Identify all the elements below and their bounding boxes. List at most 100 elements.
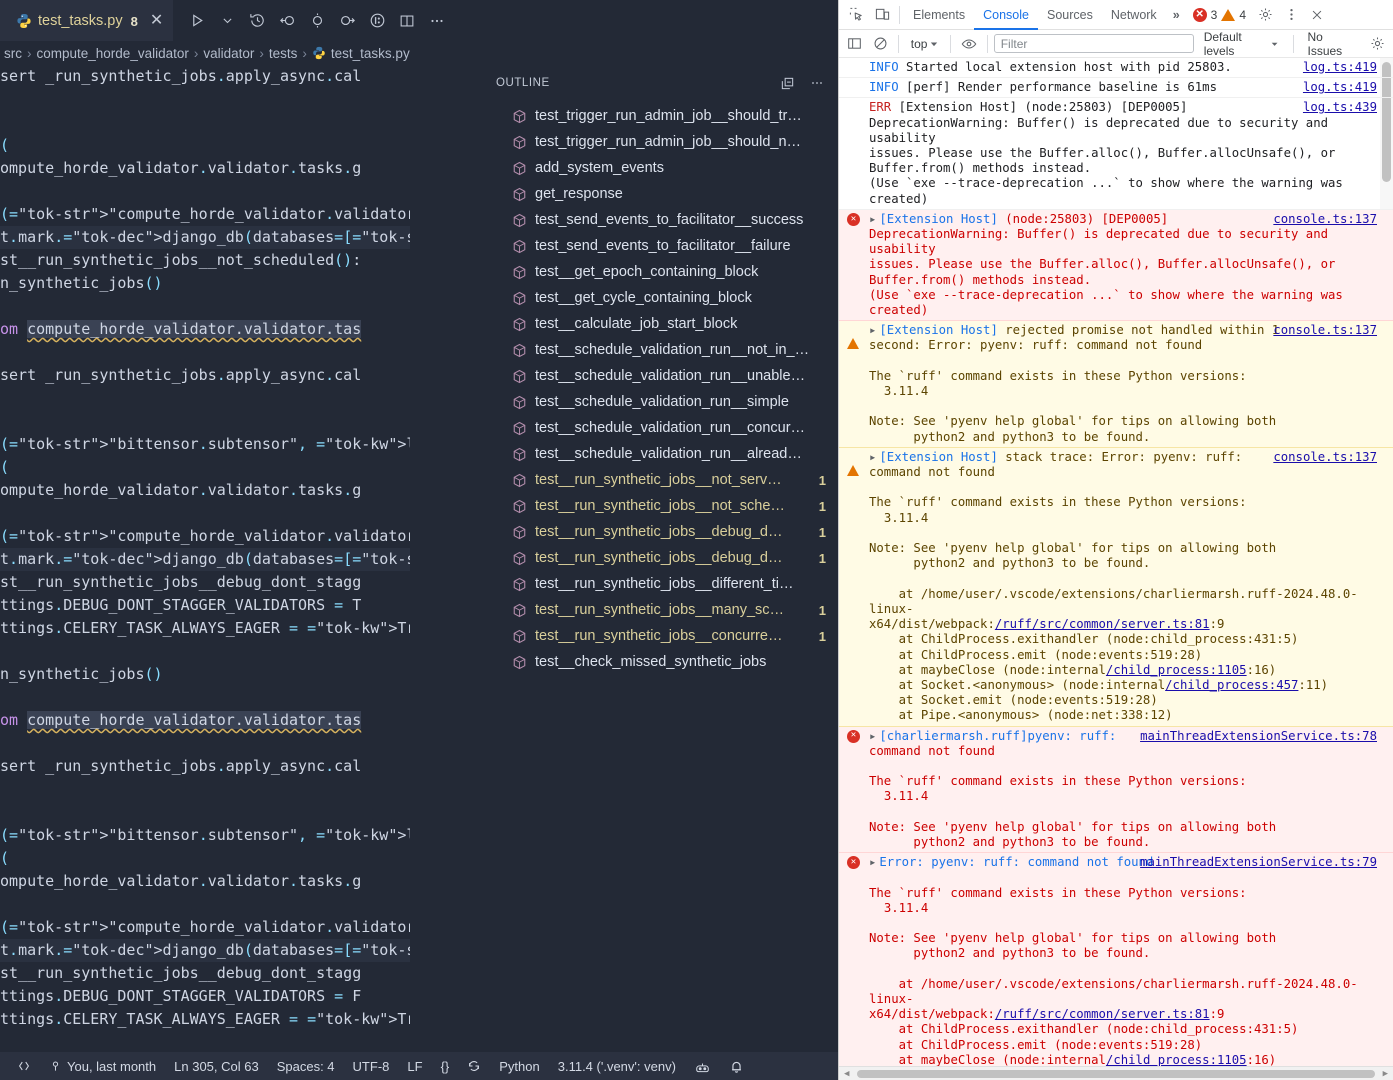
close-icon[interactable] — [1304, 2, 1330, 28]
code-line[interactable]: (="tok-str">"bittensor.subtensor", ="tok… — [0, 433, 410, 456]
code-line[interactable] — [0, 893, 410, 916]
outline-item[interactable]: test__schedule_validation_run__concur… — [482, 415, 838, 441]
outline-symbol-list[interactable]: test_trigger_run_admin_job__should_tr… te… — [482, 101, 838, 1080]
run-test-icon[interactable] — [303, 7, 331, 35]
code-line[interactable] — [0, 387, 410, 410]
outline-item[interactable]: test__calculate_job_start_block — [482, 311, 838, 337]
outline-item[interactable]: test__run_synthetic_jobs__debug_d… 1 — [482, 519, 838, 545]
console-message[interactable]: ▸ [Extension Host] rejected promise not h… — [839, 321, 1393, 448]
outline-item[interactable]: test__get_epoch_containing_block — [482, 259, 838, 285]
outline-item[interactable]: add_system_events — [482, 155, 838, 181]
code-line[interactable]: (="tok-str">"bittensor.subtensor", ="tok… — [0, 824, 410, 847]
run-next-test-icon[interactable] — [333, 7, 361, 35]
outline-item[interactable]: test_send_events_to_facilitator__failure — [482, 233, 838, 259]
outline-item[interactable]: test__schedule_validation_run__unable… — [482, 363, 838, 389]
outline-item[interactable]: test__run_synthetic_jobs__different_ti… — [482, 571, 838, 597]
console-message[interactable]: ✕ ▸ Error: pyenv: ruff: command not found … — [839, 853, 1393, 1066]
status-brackets[interactable]: {} — [432, 1052, 459, 1080]
device-toolbar-icon[interactable] — [869, 2, 895, 28]
code-line[interactable]: ompute_horde_validator.validator.tasks.g — [0, 870, 410, 893]
split-editor-icon[interactable] — [393, 7, 421, 35]
breadcrumb-item-filename[interactable]: test_tasks.py — [331, 46, 410, 61]
message-source-link[interactable]: log.ts:419 — [1303, 80, 1377, 95]
code-line[interactable] — [0, 88, 410, 111]
execution-context-select[interactable]: top — [905, 37, 945, 51]
status-remote-icon[interactable] — [8, 1052, 40, 1080]
expand-arrow-icon[interactable]: ▸ — [869, 729, 876, 744]
console-message[interactable]: ✕ ▸ [charliermarsh.ruff]pyenv: ruff: comma… — [839, 726, 1393, 854]
status-encoding[interactable]: UTF-8 — [344, 1052, 399, 1080]
code-line[interactable] — [0, 801, 410, 824]
debug-test-icon[interactable] — [363, 7, 391, 35]
console-message[interactable]: ✕ ▸ [Extension Host] (node:25803) [DEP0005… — [839, 209, 1393, 322]
breadcrumb-item-compute-horde-validator[interactable]: compute_horde_validator — [37, 46, 189, 61]
outline-item[interactable]: test_send_events_to_facilitator__success — [482, 207, 838, 233]
status-git-blame[interactable]: You, last month — [40, 1052, 165, 1080]
tab-network[interactable]: Network — [1102, 0, 1166, 30]
code-line[interactable] — [0, 295, 410, 318]
message-source-link[interactable]: console.ts:137 — [1273, 450, 1377, 465]
console-settings-gear-icon[interactable] — [1366, 31, 1389, 57]
code-line[interactable]: n_synthetic_jobs() — [0, 272, 410, 295]
outline-item[interactable]: get_response — [482, 181, 838, 207]
source-link[interactable]: /child_process:1105 — [1106, 663, 1247, 677]
message-source-link[interactable]: mainThreadExtensionService.ts:79 — [1140, 855, 1377, 870]
run-previous-test-icon[interactable] — [273, 7, 301, 35]
scroll-right-icon[interactable]: ▶ — [1383, 1069, 1388, 1079]
code-line[interactable] — [0, 180, 410, 203]
code-line[interactable] — [0, 640, 410, 663]
tab-sources[interactable]: Sources — [1038, 0, 1102, 30]
console-message[interactable]: INFO Started local extension host with p… — [839, 58, 1393, 79]
console-message-list[interactable]: INFO Started local extension host with p… — [839, 58, 1393, 1066]
code-line[interactable]: sert _run_synthetic_jobs.apply_async.cal — [0, 65, 410, 88]
run-python-file-button[interactable] — [183, 7, 211, 35]
clear-console-icon[interactable] — [868, 31, 891, 57]
console-sidebar-icon[interactable] — [843, 31, 866, 57]
log-levels-select[interactable]: Default levels — [1196, 30, 1287, 58]
code-line[interactable]: ttings.DEBUG_DONT_STAGGER_VALIDATORS = T — [0, 594, 410, 617]
timeline-history-icon[interactable] — [243, 7, 271, 35]
code-line[interactable]: sert _run_synthetic_jobs.apply_async.cal — [0, 755, 410, 778]
outline-item[interactable]: test_trigger_run_admin_job__should_n… — [482, 129, 838, 155]
message-source-link[interactable]: log.ts:419 — [1303, 60, 1377, 75]
outline-item[interactable]: test_trigger_run_admin_job__should_tr… — [482, 103, 838, 129]
tab-console[interactable]: Console — [974, 0, 1038, 30]
run-dropdown-chevron-icon[interactable] — [213, 7, 241, 35]
breadcrumb-item-src[interactable]: src — [4, 46, 22, 61]
code-line[interactable]: n_synthetic_jobs() — [0, 663, 410, 686]
expand-arrow-icon[interactable]: ▸ — [869, 450, 876, 465]
status-cursor-position[interactable]: Ln 305, Col 63 — [165, 1052, 268, 1080]
status-eol[interactable]: LF — [398, 1052, 431, 1080]
code-line[interactable] — [0, 410, 410, 433]
code-line[interactable]: st__run_synthetic_jobs__not_scheduled(): — [0, 249, 410, 272]
code-editor-text[interactable]: sert _run_synthetic_jobs.apply_async.cal… — [0, 65, 410, 1080]
code-line[interactable]: ( — [0, 847, 410, 870]
code-line[interactable] — [0, 732, 410, 755]
source-link[interactable]: /ruff/src/common/server.ts:81 — [995, 1007, 1210, 1021]
more-tabs-icon[interactable]: » — [1166, 8, 1187, 22]
outline-item[interactable]: test__run_synthetic_jobs__many_sc… 1 — [482, 597, 838, 623]
code-line[interactable]: t.mark.="tok-dec">django_db(databases=[=… — [0, 226, 410, 249]
code-line[interactable]: ttings.CELERY_TASK_ALWAYS_EAGER = ="tok-… — [0, 617, 410, 640]
outline-item[interactable]: test__schedule_validation_run__not_in_… — [482, 337, 838, 363]
code-line[interactable]: t.mark.="tok-dec">django_db(databases=[=… — [0, 548, 410, 571]
code-line[interactable]: (="tok-str">"compute_horde_validator.val… — [0, 916, 410, 939]
filter-input[interactable]: Filter — [993, 34, 1194, 53]
expand-arrow-icon[interactable]: ▸ — [869, 212, 876, 227]
collapse-all-icon[interactable] — [776, 72, 798, 94]
source-link[interactable]: /child_process:457 — [1165, 678, 1298, 692]
close-icon[interactable]: ✕ — [150, 13, 163, 29]
message-source-link[interactable]: console.ts:137 — [1273, 212, 1377, 227]
code-line[interactable]: (="tok-str">"compute_horde_validator.val… — [0, 525, 410, 548]
code-line[interactable]: om compute_horde_validator.validator.tas — [0, 318, 410, 341]
outline-item[interactable]: test__run_synthetic_jobs__debug_d… 1 — [482, 545, 838, 571]
code-line[interactable]: sert _run_synthetic_jobs.apply_async.cal — [0, 364, 410, 387]
code-line[interactable]: ( — [0, 134, 410, 157]
code-line[interactable] — [0, 778, 410, 801]
issue-counters[interactable]: ✕ 3 4 — [1192, 7, 1246, 22]
code-line[interactable]: om compute_horde_validator.validator.tas — [0, 709, 410, 732]
inspect-element-icon[interactable] — [843, 2, 869, 28]
console-message[interactable]: ▸ [Extension Host] stack trace: Error: py… — [839, 447, 1393, 727]
code-line[interactable] — [0, 686, 410, 709]
console-horizontal-scrollbar[interactable]: ◀ ▶ — [839, 1066, 1393, 1080]
